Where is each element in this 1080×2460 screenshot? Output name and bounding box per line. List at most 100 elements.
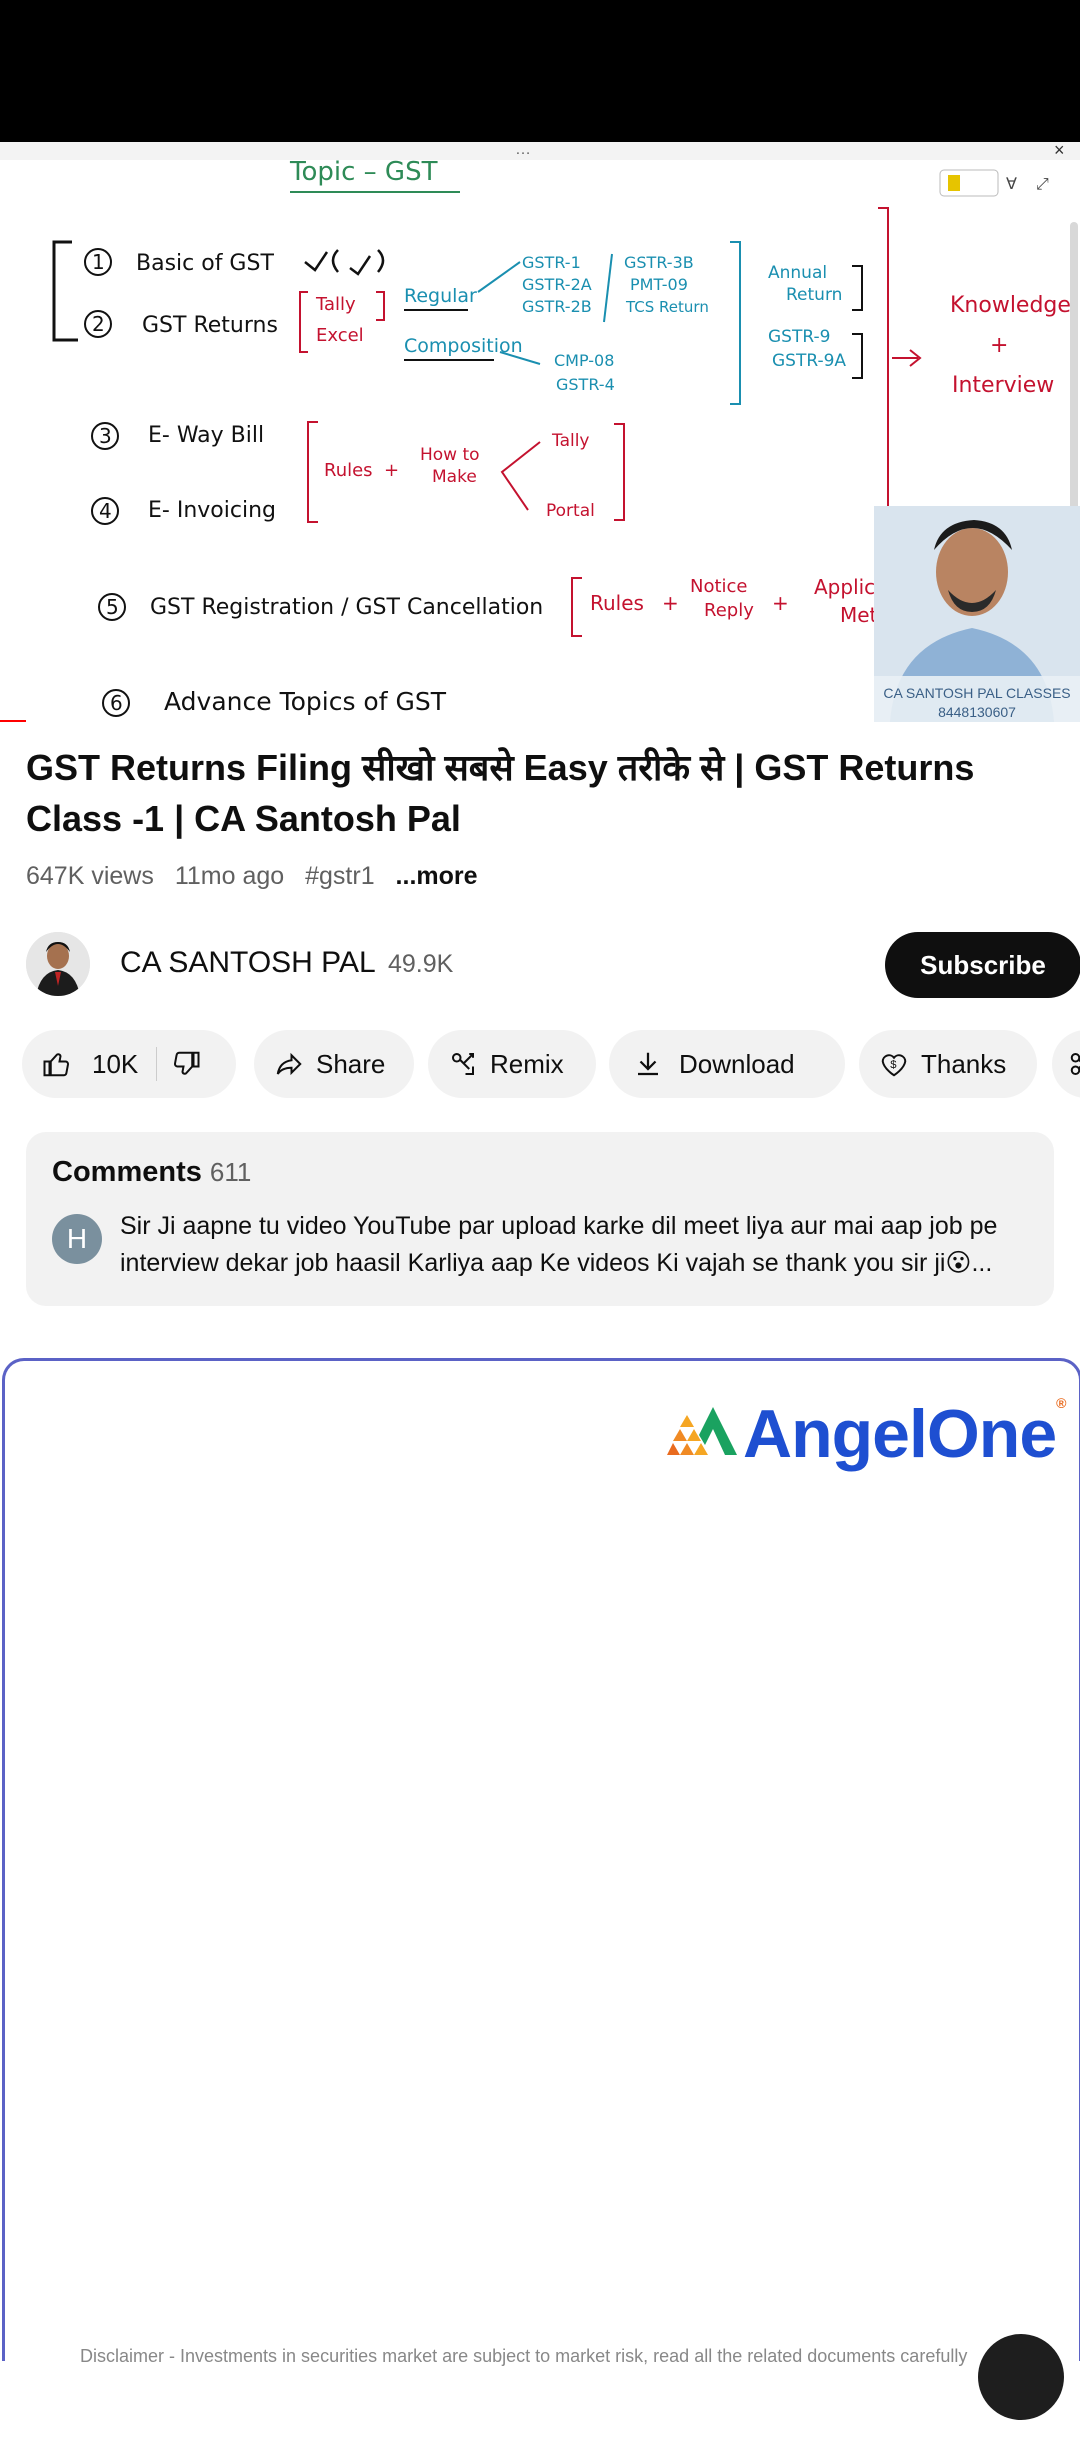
wb-num-5: 5 <box>106 595 119 619</box>
top-comment-text: Sir Ji aapne tu video YouTube par upload… <box>120 1212 998 1277</box>
wb-tcs-return: TCS Return <box>625 298 709 316</box>
wb-pmt-09: PMT-09 <box>630 275 688 294</box>
upload-age: 11mo ago <box>174 862 285 890</box>
angelone-ad[interactable]: AngelOne® <box>2 1358 1080 2361</box>
wb-notice: Notice <box>690 576 748 597</box>
download-button[interactable]: Download <box>609 1030 845 1098</box>
thumbs-down-icon[interactable] <box>171 1049 201 1079</box>
wb-knowledge: Knowledge <box>950 293 1071 318</box>
comments-label: Comments <box>52 1156 202 1188</box>
remix-button[interactable]: Remix <box>428 1030 596 1098</box>
like-count[interactable]: 10K <box>92 1049 138 1080</box>
wb-plus-2: + <box>662 591 679 615</box>
wb-rules-2: Rules <box>590 591 644 615</box>
wb-tally: Tally <box>315 294 356 315</box>
subscriber-count: 49.9K <box>388 950 454 978</box>
wb-howto-2: Make <box>432 467 477 487</box>
filter-icon[interactable]: ∀ <box>1006 176 1017 193</box>
channel-avatar[interactable] <box>26 932 90 996</box>
wb-tally-2: Tally <box>551 431 590 451</box>
wb-item-5: GST Registration / GST Cancellation <box>150 595 543 620</box>
clip-button[interactable] <box>1052 1030 1080 1098</box>
wb-knowledge-plus: + <box>990 333 1008 358</box>
video-title[interactable]: GST Returns Filing सीखो सबसे Easy तरीके … <box>26 742 1046 844</box>
like-dislike-pill: 10K <box>22 1030 236 1098</box>
more-link[interactable]: ...more <box>396 862 478 890</box>
like-divider <box>156 1047 158 1081</box>
wb-left-bracket <box>52 240 78 342</box>
wb-red-bracket <box>878 207 889 555</box>
wb-gstr-2a: GSTR-2A <box>522 275 592 294</box>
wb-return: Return <box>786 285 842 305</box>
video-progress-bar[interactable] <box>0 720 26 722</box>
whiteboard-frame: … × ∀ ⤢ Topic – GST 1 2 3 4 5 6 Basic of… <box>0 142 1080 722</box>
toolbar-dots: … <box>515 142 531 158</box>
angelone-logo: AngelOne® <box>661 1389 1067 1479</box>
wb-num-6: 6 <box>110 691 123 715</box>
share-icon <box>276 1052 302 1076</box>
channel-name[interactable]: CA SANTOSH PAL <box>120 946 376 980</box>
thumbs-up-icon[interactable] <box>42 1049 72 1079</box>
thanks-heart-icon: $ <box>881 1054 907 1077</box>
comments-panel[interactable]: Comments 611 H Sir Ji aapne tu video YouT… <box>26 1132 1054 1306</box>
wb-topic: Topic – GST <box>289 157 438 187</box>
action-bar: 10K Share Remix Download $ Thanks <box>22 1030 1080 1098</box>
share-button[interactable]: Share <box>254 1030 414 1098</box>
wb-portal: Portal <box>546 501 595 521</box>
angelone-triangle-icon <box>667 1407 737 1455</box>
comments-count: 611 <box>209 1157 252 1187</box>
download-icon <box>638 1052 658 1076</box>
video-title-block: GST Returns Filing सीखो सबसे Easy तरीके … <box>26 742 1046 844</box>
wb-gstr-9a: GSTR-9A <box>772 351 846 371</box>
commenter-avatar: H <box>52 1214 102 1264</box>
svg-text:$: $ <box>890 1059 897 1071</box>
wb-right-brackets <box>852 265 863 379</box>
video-meta[interactable]: 647K views 11mo ago #gstr1 ...more <box>26 862 492 891</box>
wb-item-6: Advance Topics of GST <box>164 687 447 716</box>
wb-num-1: 1 <box>92 250 105 274</box>
highlighter-icon <box>948 175 960 191</box>
subscribe-button[interactable]: Subscribe <box>885 932 1080 998</box>
wb-gstr-3b: GSTR-3B <box>624 253 694 272</box>
wb-regular: Regular <box>404 285 477 307</box>
close-icon[interactable]: × <box>1054 142 1065 160</box>
overlay-name: CA SANTOSH PAL CLASSES <box>883 685 1070 701</box>
ad-disclaimer: Disclaimer - Investments in securities m… <box>80 2346 968 2366</box>
wb-arrow <box>892 349 922 367</box>
whiteboard-toolbar <box>0 142 1080 160</box>
scissors-icon <box>1070 1053 1080 1075</box>
wb-item-1: Basic of GST <box>136 251 274 276</box>
view-count: 647K views <box>26 862 154 890</box>
wb-num-3: 3 <box>99 424 112 448</box>
wb-reply: Reply <box>704 600 754 621</box>
wb-howto-1: How to <box>420 445 480 465</box>
wb-excel: Excel <box>316 325 364 346</box>
wb-item-3: E- Way Bill <box>148 423 264 448</box>
wb-plus-3: + <box>772 591 789 615</box>
wb-gstr-4: GSTR-4 <box>556 375 615 394</box>
wb-annual: Annual <box>768 263 827 283</box>
thanks-label: Thanks <box>921 1048 1007 1079</box>
wb-item-4: E- Invoicing <box>148 498 276 523</box>
presenter-overlay: CA SANTOSH PAL CLASSES 8448130607 <box>874 506 1080 722</box>
wb-num-4: 4 <box>99 499 112 523</box>
scroll-fab-button[interactable] <box>978 2334 1064 2420</box>
overlay-phone: 8448130607 <box>938 704 1016 720</box>
brand-one: One <box>926 1396 1057 1472</box>
wb-item-2: GST Returns <box>142 313 278 338</box>
hashtag-link[interactable]: #gstr1 <box>305 862 374 890</box>
wb-interview: Interview <box>952 373 1054 398</box>
channel-row: CA SANTOSH PAL 49.9K Subscribe <box>26 932 1080 998</box>
wb-num-2: 2 <box>92 312 105 336</box>
wb-rules-1: Rules <box>324 460 373 481</box>
wb-gstr-9: GSTR-9 <box>768 327 830 347</box>
share-label: Share <box>316 1048 386 1079</box>
remix-icon <box>452 1052 474 1075</box>
wb-gstr-1: GSTR-1 <box>522 253 581 272</box>
status-bar <box>0 0 1080 142</box>
video-player[interactable]: … × ∀ ⤢ Topic – GST 1 2 3 4 5 6 Basic of… <box>0 142 1080 722</box>
thanks-button[interactable]: $ Thanks <box>859 1030 1037 1098</box>
expand-icon[interactable]: ⤢ <box>1036 176 1049 193</box>
wb-plus-1: + <box>384 460 399 481</box>
remix-label: Remix <box>490 1048 564 1079</box>
